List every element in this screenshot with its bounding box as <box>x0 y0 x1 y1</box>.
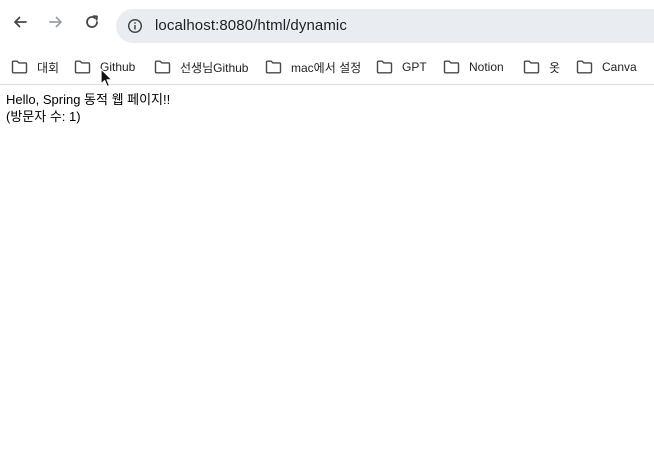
folder-icon <box>376 60 393 74</box>
greeting-text: Hello, Spring 동적 웹 페이지!! <box>6 92 171 107</box>
bookmark-folder-mac-settings[interactable]: mac에서 설정 <box>265 55 361 79</box>
address-bar[interactable]: localhost:8080/html/dynamic <box>116 9 654 43</box>
info-icon <box>127 18 143 34</box>
folder-icon <box>523 60 540 74</box>
reload-icon <box>86 15 98 28</box>
bookmark-label: 옷 <box>549 60 561 75</box>
site-info-button[interactable] <box>125 16 145 36</box>
url-text[interactable]: localhost:8080/html/dynamic <box>155 17 347 34</box>
browser-window: localhost:8080/html/dynamic 대회 Github 선생… <box>0 0 654 456</box>
bookmark-folder-gpt[interactable]: GPT <box>376 55 427 79</box>
browser-toolbar: localhost:8080/html/dynamic <box>0 0 654 50</box>
bookmark-folder-clothes[interactable]: 옷 <box>523 55 560 79</box>
bookmark-folder-teacher-github[interactable]: 선생님Github <box>154 55 248 79</box>
mouse-cursor-icon <box>100 68 113 88</box>
bookmark-label: GPT <box>402 60 427 74</box>
bookmark-label: mac에서 설정 <box>291 60 362 75</box>
back-button[interactable] <box>7 9 33 35</box>
page-content: Hello, Spring 동적 웹 페이지!! (방문자 수: 1) <box>6 91 170 125</box>
folder-icon <box>265 60 282 74</box>
folder-icon <box>154 60 171 74</box>
arrow-left-icon <box>14 16 27 28</box>
bookmark-folder-contest[interactable]: 대회 <box>11 55 59 79</box>
bookmark-folder-canva[interactable]: Canva <box>576 55 637 79</box>
bookmarks-bar: 대회 Github 선생님Github mac에서 설정 GPT Notion … <box>0 50 654 85</box>
bookmark-label: Notion <box>469 60 504 74</box>
folder-icon <box>11 60 28 74</box>
visitor-count-text: (방문자 수: 1) <box>6 109 81 124</box>
folder-icon <box>443 60 460 74</box>
bookmark-folder-notion[interactable]: Notion <box>443 55 504 79</box>
folder-icon <box>74 60 91 74</box>
bookmark-label: 대회 <box>37 60 60 75</box>
reload-button[interactable] <box>79 9 105 35</box>
bookmark-label: 선생님Github <box>180 60 249 75</box>
bookmark-label: Canva <box>602 60 637 74</box>
arrow-right-icon <box>49 16 62 28</box>
forward-button[interactable] <box>43 9 69 35</box>
folder-icon <box>576 60 593 74</box>
